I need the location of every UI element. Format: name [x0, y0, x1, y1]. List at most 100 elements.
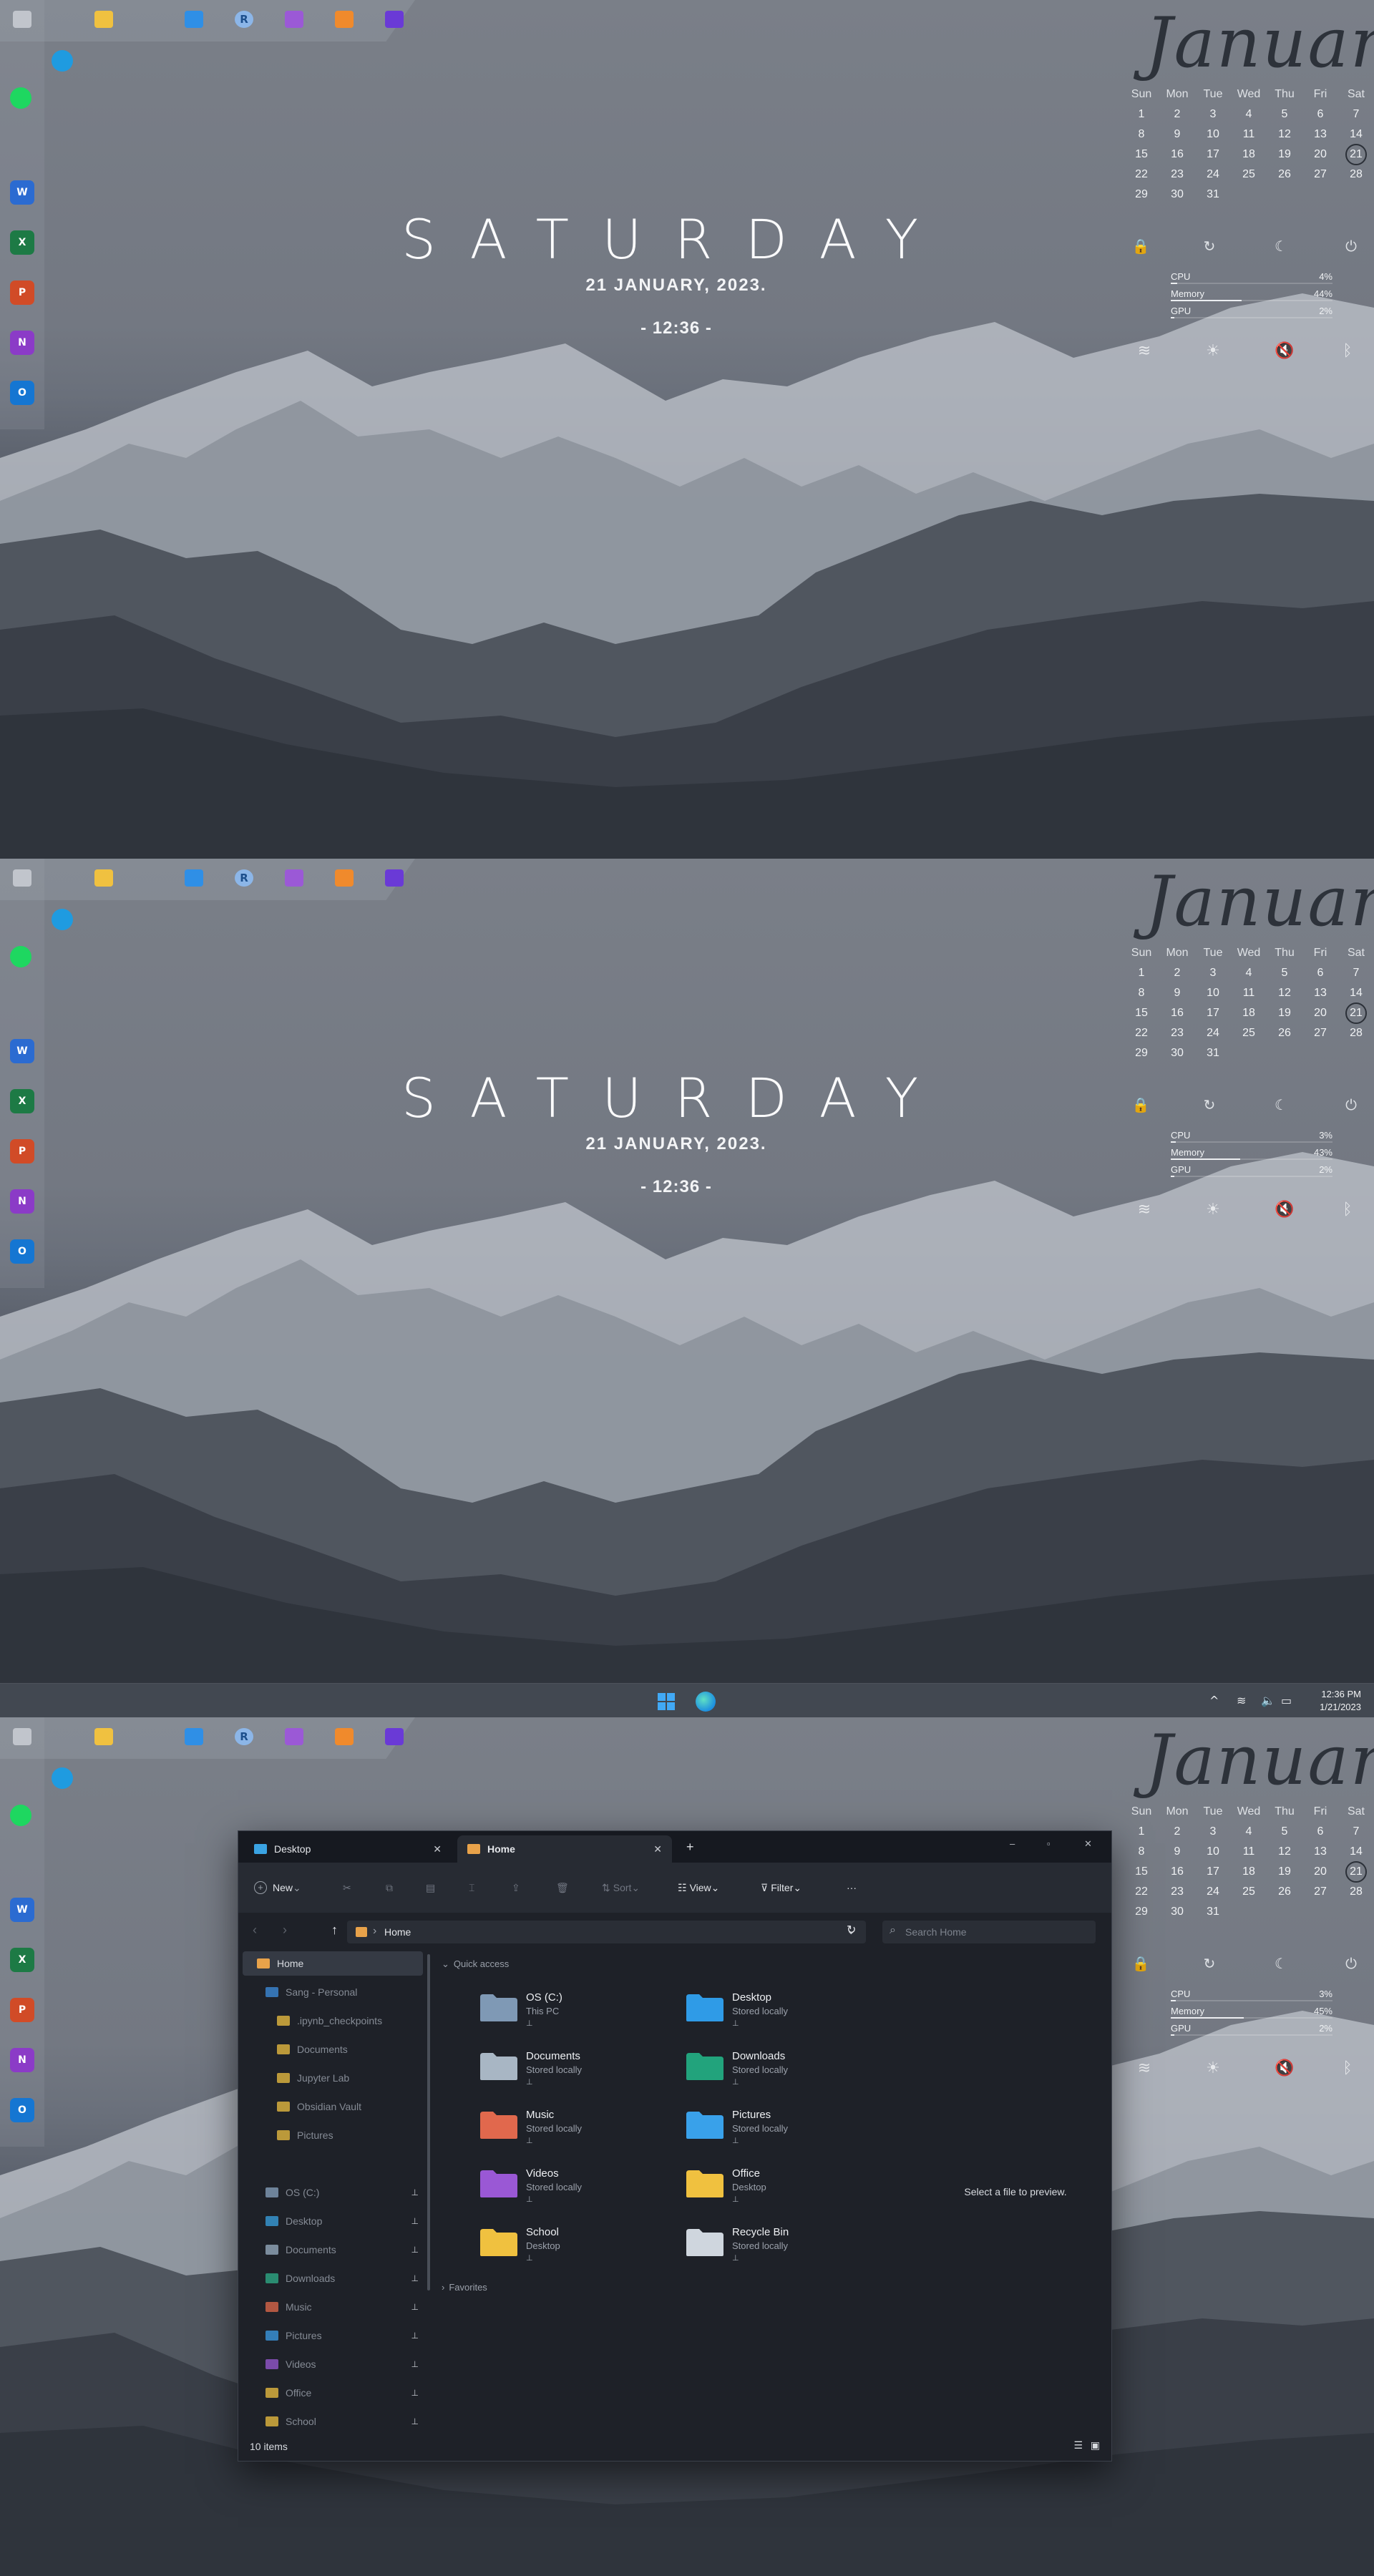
brightness-icon[interactable]: ☀ [1202, 342, 1224, 364]
calendar-day[interactable]: 29 [1124, 1906, 1159, 1918]
calendar-day[interactable]: 13 [1302, 128, 1338, 141]
calendar-day[interactable]: 26 [1267, 1027, 1302, 1040]
forward-icon[interactable]: › [283, 1923, 287, 1938]
calendar-day[interactable]: 23 [1159, 1885, 1195, 1898]
spotify-icon[interactable] [10, 946, 31, 967]
calendar-day[interactable]: 17 [1195, 1007, 1231, 1020]
calendar-day[interactable]: 18 [1231, 1007, 1267, 1020]
nav-item[interactable]: Office ⊥ [243, 2381, 423, 2405]
power-icon[interactable]: ⏻ [1341, 1955, 1361, 1975]
taskbar-clock[interactable]: 12:36 PM 1/21/2023 [1320, 1688, 1361, 1714]
calendar-day[interactable]: 24 [1195, 1885, 1231, 1898]
edge-icon[interactable] [52, 1767, 73, 1789]
calendar-day[interactable]: 17 [1195, 148, 1231, 161]
rename-icon[interactable]: ⌶ [469, 1879, 474, 1896]
paste-icon[interactable]: ▤ [426, 1879, 435, 1896]
up-icon[interactable]: ↑ [331, 1923, 338, 1938]
sleep-icon[interactable]: ☾ [1271, 1096, 1291, 1116]
calendar-day[interactable]: 28 [1338, 168, 1374, 181]
r-icon[interactable]: R [232, 1724, 256, 1749]
calendar-day[interactable]: 26 [1267, 168, 1302, 181]
r-icon[interactable]: R [232, 7, 256, 31]
nav-item[interactable]: Sang - Personal [243, 1980, 423, 2004]
calendar-day[interactable]: 1 [1124, 967, 1159, 980]
spotify-icon[interactable] [10, 87, 31, 109]
calendar-day[interactable]: 3 [1195, 108, 1231, 121]
square-app-icon[interactable] [332, 866, 356, 890]
square-app-icon[interactable] [332, 7, 356, 31]
quick-access-item[interactable]: Videos Stored locally ⊥ [479, 2159, 665, 2209]
power-icon[interactable]: ⏻ [1341, 238, 1361, 258]
calendar-day[interactable]: 22 [1124, 168, 1159, 181]
calendar-day[interactable]: 3 [1195, 967, 1231, 980]
refresh-icon[interactable]: ↻ [847, 1923, 856, 1937]
bluetooth-icon[interactable]: ᛒ [1337, 2059, 1358, 2081]
volume-icon[interactable]: 🔈 [1261, 1694, 1275, 1707]
calendar-day[interactable]: 25 [1231, 1885, 1267, 1898]
calendar-day[interactable]: 7 [1338, 967, 1374, 980]
calendar-day[interactable]: 21 [1338, 144, 1374, 165]
obsidian-icon[interactable] [382, 7, 406, 31]
calendar-day[interactable]: 13 [1302, 987, 1338, 1000]
calendar-day[interactable]: 9 [1159, 987, 1195, 1000]
new-tab-button[interactable]: + [686, 1840, 694, 1855]
calendar-day[interactable]: 31 [1195, 1906, 1231, 1918]
close-tab-icon[interactable]: ✕ [653, 1843, 662, 1855]
calendar-day[interactable]: 25 [1231, 168, 1267, 181]
calendar-day[interactable]: 26 [1267, 1885, 1302, 1898]
calendar-day[interactable]: 11 [1231, 128, 1267, 141]
copy-icon[interactable]: ⧉ [386, 1879, 393, 1896]
calendar-day[interactable]: 19 [1267, 148, 1302, 161]
square-app-icon[interactable] [332, 1724, 356, 1749]
calendar-day[interactable]: 4 [1231, 967, 1267, 980]
calendar-day[interactable]: 4 [1231, 1825, 1267, 1838]
sort-button[interactable]: ⇅ Sort ⌄ [602, 1879, 640, 1896]
visual-studio-icon[interactable] [282, 866, 306, 890]
calendar-day[interactable]: 11 [1231, 987, 1267, 1000]
restart-icon[interactable]: ↻ [1199, 238, 1219, 258]
folder-icon[interactable] [92, 7, 116, 31]
calendar-day[interactable]: 12 [1267, 987, 1302, 1000]
close-window-button[interactable]: ✕ [1084, 1838, 1092, 1850]
quick-access-item[interactable]: Desktop Stored locally ⊥ [685, 1983, 871, 2033]
favorites-header[interactable]: › Favorites [442, 2282, 487, 2293]
quick-access-item[interactable]: Recycle Bin Stored locally ⊥ [685, 2218, 871, 2268]
restart-icon[interactable]: ↻ [1199, 1955, 1219, 1975]
edge-icon[interactable] [52, 50, 73, 72]
lock-icon[interactable]: 🔒 [1131, 1955, 1151, 1975]
tiles-view-icon[interactable]: ▣ [1091, 2439, 1100, 2451]
back-icon[interactable]: ‹ [253, 1923, 257, 1938]
calendar-day[interactable]: 14 [1338, 987, 1374, 1000]
calendar-day[interactable]: 27 [1302, 1027, 1338, 1040]
nav-item[interactable]: Downloads ⊥ [243, 2266, 423, 2290]
quick-access-header[interactable]: ⌄ Quick access [442, 1958, 509, 1970]
nav-item[interactable]: Documents [243, 2037, 423, 2062]
nav-item[interactable]: .ipynb_checkpoints [243, 2009, 423, 2033]
calendar-day[interactable]: 5 [1267, 108, 1302, 121]
r-icon[interactable]: R [232, 866, 256, 890]
quick-access-item[interactable]: Music Stored locally ⊥ [479, 2100, 665, 2150]
mute-icon[interactable]: 🔇 [1274, 1201, 1295, 1222]
calendar-day[interactable]: 7 [1338, 1825, 1374, 1838]
share-icon[interactable]: ⇪ [512, 1879, 520, 1896]
tab-desktop[interactable]: Desktop ✕ [244, 1835, 452, 1863]
brightness-icon[interactable]: ☀ [1202, 1201, 1224, 1222]
calendar-day[interactable]: 16 [1159, 1865, 1195, 1878]
calendar-day[interactable]: 15 [1124, 1007, 1159, 1020]
calendar-day[interactable]: 8 [1124, 987, 1159, 1000]
calendar-day[interactable]: 29 [1124, 188, 1159, 201]
folder-icon[interactable] [92, 866, 116, 890]
breadcrumb-home[interactable]: Home [384, 1926, 411, 1938]
outlook-icon[interactable]: O [10, 2098, 34, 2122]
calendar-day[interactable]: 16 [1159, 148, 1195, 161]
calendar-day[interactable]: 15 [1124, 1865, 1159, 1878]
close-tab-icon[interactable]: ✕ [433, 1843, 442, 1855]
minimize-button[interactable]: – [1010, 1838, 1015, 1849]
calendar-day[interactable]: 6 [1302, 108, 1338, 121]
calendar-day[interactable]: 23 [1159, 1027, 1195, 1040]
calendar-day[interactable]: 12 [1267, 128, 1302, 141]
folder-icon[interactable] [92, 1724, 116, 1749]
edge-icon[interactable] [52, 909, 73, 930]
quick-access-item[interactable]: School Desktop ⊥ [479, 2218, 665, 2268]
calendar-day[interactable]: 11 [1231, 1845, 1267, 1858]
